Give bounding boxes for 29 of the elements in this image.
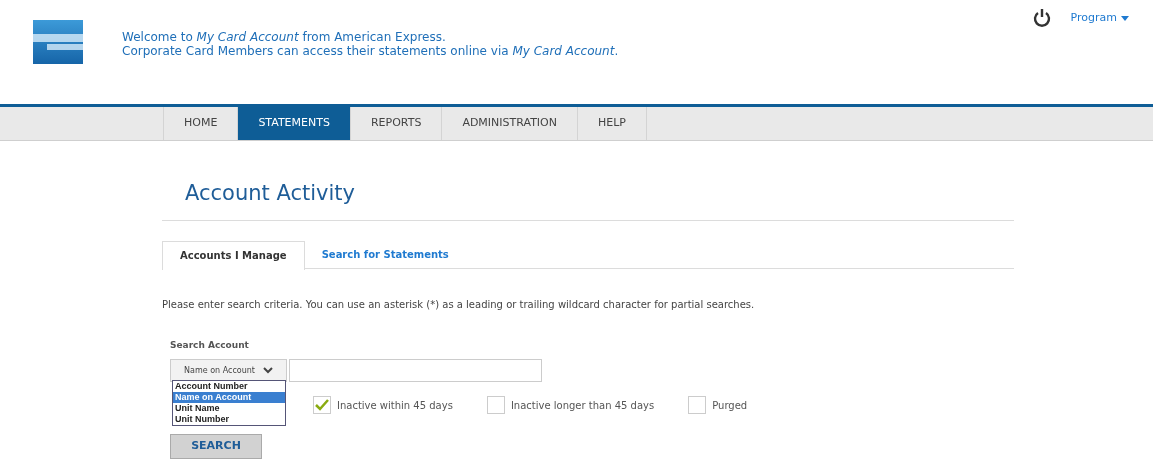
filter-checkbox[interactable] bbox=[688, 396, 707, 414]
filter-checkbox[interactable] bbox=[486, 396, 505, 414]
nav-tab[interactable]: STATEMENTS bbox=[237, 107, 350, 140]
filter-label: Purged bbox=[712, 398, 748, 413]
filter-checkbox[interactable] bbox=[313, 396, 331, 414]
search-input[interactable] bbox=[289, 359, 542, 382]
nav-tab[interactable]: HELP bbox=[577, 107, 647, 140]
option-item[interactable]: Unit Name bbox=[173, 403, 285, 414]
search-label: Search Account bbox=[170, 338, 250, 352]
search-button[interactable]: SEARCH bbox=[170, 434, 262, 459]
chevron-down-icon bbox=[262, 367, 273, 374]
page-title: Account Activity bbox=[185, 180, 356, 207]
content-tab[interactable]: Accounts I Manage bbox=[162, 240, 305, 270]
option-item[interactable]: Name on Account bbox=[173, 392, 285, 403]
nav-tab[interactable]: REPORTS bbox=[349, 107, 442, 140]
filter-label: Inactive within 45 days bbox=[337, 398, 453, 413]
search-type-select[interactable]: Name on Account bbox=[170, 359, 287, 382]
nav-tab[interactable]: ADMINISTRATION bbox=[441, 107, 577, 140]
filter-label: Inactive longer than 45 days bbox=[510, 398, 655, 413]
power-icon[interactable] bbox=[1032, 8, 1051, 28]
content-tab[interactable]: Search for Statements bbox=[304, 240, 466, 268]
brand-logo bbox=[33, 20, 83, 64]
caret-icon bbox=[1121, 15, 1129, 21]
program-menu[interactable]: Program bbox=[1070, 9, 1129, 27]
option-item[interactable]: Unit Number bbox=[173, 414, 285, 425]
instructions-text: Please enter search criteria. You can use an asterisk (*) as a leading or trailing wildcard character for partial searches. bbox=[162, 297, 756, 312]
welcome-text: Welcome to My Card Account from American Express. bbox=[122, 30, 447, 44]
option-item[interactable]: Account Number bbox=[173, 381, 285, 392]
welcome-text: Corporate Card Members can access their statements online via My Card Account. bbox=[122, 44, 619, 58]
